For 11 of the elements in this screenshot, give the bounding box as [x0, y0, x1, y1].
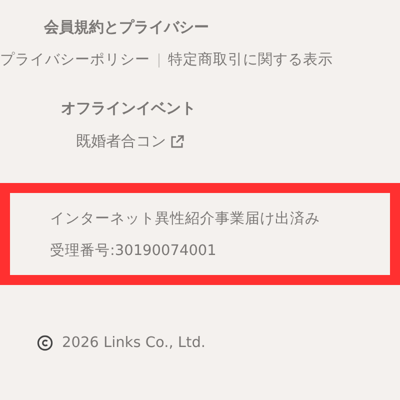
footer-link[interactable]: プライバシーポリシー — [0, 50, 150, 69]
notice-text: インターネット異性紹介事業届け出済み — [50, 210, 321, 228]
external-link-icon — [169, 134, 185, 150]
section-heading: オフラインイベント — [60, 99, 197, 118]
copyright-text: 2026 Links Co., Ltd. — [62, 335, 206, 351]
section-heading: 会員規約とプライバシー — [42, 18, 210, 37]
footer-link[interactable]: 特定商取引に関する表示 — [168, 50, 333, 69]
link-separator: ｜ — [152, 50, 166, 68]
copyright-icon — [37, 335, 53, 351]
event-link[interactable]: 既婚者合コン — [0, 132, 185, 151]
notice-text: 受理番号:30190074001 — [50, 242, 218, 260]
